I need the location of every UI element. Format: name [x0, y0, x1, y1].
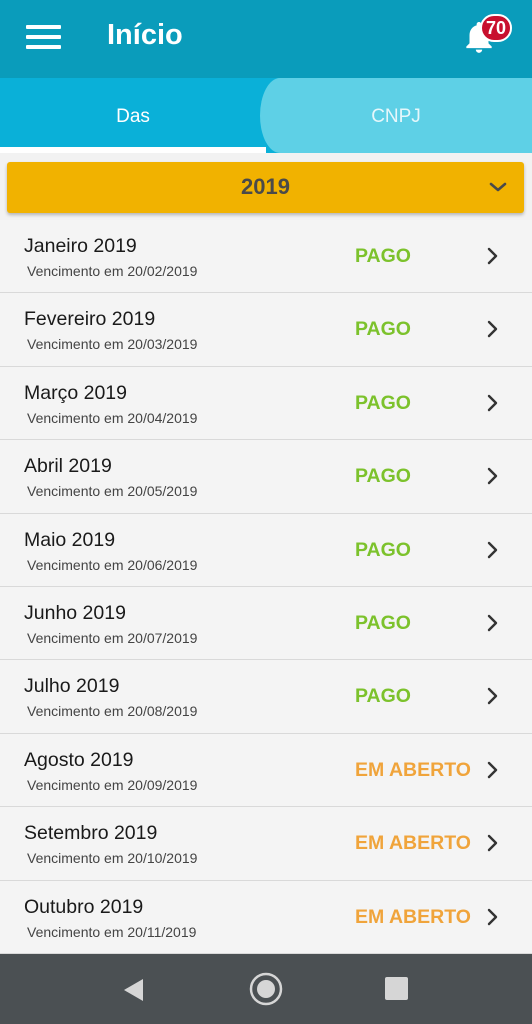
chevron-right-icon	[487, 321, 498, 338]
payment-list: Janeiro 2019 Vencimento em 20/02/2019 PAGO…	[0, 220, 532, 954]
list-item[interactable]: Outubro 2019 Vencimento em 20/11/2019 EM A…	[0, 880, 532, 954]
list-item-due-date: Vencimento em 20/02/2019	[27, 263, 198, 279]
tab-das[interactable]: Das	[0, 78, 266, 153]
chevron-right-icon	[487, 761, 498, 778]
list-item-month: Abril 2019	[24, 455, 112, 478]
chevron-right-icon	[487, 247, 498, 265]
list-item[interactable]: Abril 2019 Vencimento em 20/05/2019 PAGO	[0, 440, 532, 514]
list-item[interactable]: Janeiro 2019 Vencimento em 20/02/2019 PAGO	[0, 220, 532, 294]
status-badge: EM ABERTO	[355, 905, 471, 928]
list-item[interactable]: Março 2019 Vencimento em 20/04/2019 PAGO	[0, 366, 532, 441]
list-item-due-date: Vencimento em 20/09/2019	[27, 776, 198, 793]
chevron-right-icon	[487, 394, 498, 411]
list-item-due-date: Vencimento em 20/03/2019	[27, 336, 198, 353]
status-badge: PAGO	[355, 391, 411, 414]
status-badge: PAGO	[355, 685, 411, 708]
tab-das-label: Das	[116, 106, 150, 127]
list-item[interactable]: Fevereiro 2019 Vencimento em 20/03/2019 PA…	[0, 293, 532, 367]
list-item-due-date: Vencimento em 20/05/2019	[27, 483, 198, 500]
tab-bar: Das CNPJ	[0, 78, 532, 153]
list-item-due-date: Vencimento em 20/06/2019	[27, 556, 198, 573]
chevron-down-icon	[489, 182, 507, 192]
list-item-month: Março 2019	[24, 381, 127, 404]
app-bar: Início 70	[0, 0, 532, 78]
chevron-right-icon	[487, 467, 498, 485]
status-badge: PAGO	[355, 245, 411, 267]
tab-cnpj-label: CNPJ	[371, 106, 421, 127]
list-item-month: Setembro 2019	[24, 822, 158, 845]
year-dropdown-value: 2019	[241, 174, 290, 199]
list-item-month: Agosto 2019	[24, 748, 134, 771]
chevron-right-icon	[487, 614, 498, 632]
status-badge: PAGO	[355, 611, 411, 634]
status-badge: EM ABERTO	[355, 758, 471, 781]
list-item-month: Junho 2019	[24, 601, 126, 624]
year-dropdown[interactable]: 2019	[7, 162, 524, 213]
list-item-month: Julho 2019	[24, 675, 120, 698]
system-nav-bar	[0, 954, 532, 1024]
list-item[interactable]: Agosto 2019 Vencimento em 20/09/2019 EM AB…	[0, 733, 532, 808]
list-item[interactable]: Maio 2019 Vencimento em 20/06/2019 PAGO	[0, 513, 532, 587]
list-item-month: Outubro 2019	[24, 895, 144, 918]
list-item[interactable]: Julho 2019 Vencimento em 20/08/2019 PAGO	[0, 660, 532, 734]
list-item-due-date: Vencimento em 20/10/2019	[27, 850, 198, 867]
list-item-due-date: Vencimento em 20/11/2019	[27, 923, 197, 940]
list-item[interactable]: Setembro 2019 Vencimento em 20/10/2019 EM …	[0, 807, 532, 881]
home-circle-icon[interactable]	[249, 972, 283, 1006]
chevron-right-icon	[487, 688, 498, 705]
tab-cnpj[interactable]: CNPJ	[260, 78, 532, 153]
recents-square-icon[interactable]	[385, 977, 408, 1000]
page-title: Início	[107, 19, 183, 51]
status-badge: PAGO	[355, 538, 411, 561]
chevron-right-icon	[487, 541, 498, 558]
list-item-due-date: Vencimento em 20/07/2019	[27, 629, 198, 646]
status-badge: EM ABERTO	[355, 832, 471, 855]
list-item-due-date: Vencimento em 20/04/2019	[27, 409, 198, 426]
list-item-month: Janeiro 2019	[24, 235, 137, 257]
list-item[interactable]: Junho 2019 Vencimento em 20/07/2019 PAGO	[0, 586, 532, 661]
list-item-month: Maio 2019	[24, 528, 116, 551]
back-triangle-icon[interactable]	[121, 977, 145, 1003]
status-badge: PAGO	[355, 318, 411, 341]
hamburger-menu-icon[interactable]	[26, 24, 62, 50]
list-item-month: Fevereiro 2019	[24, 308, 156, 331]
chevron-right-icon	[487, 908, 498, 925]
notification-badge: 70	[480, 14, 512, 42]
status-badge: PAGO	[355, 465, 411, 488]
chevron-right-icon	[487, 834, 498, 852]
list-item-due-date: Vencimento em 20/08/2019	[27, 703, 198, 720]
active-tab-indicator	[0, 147, 266, 153]
